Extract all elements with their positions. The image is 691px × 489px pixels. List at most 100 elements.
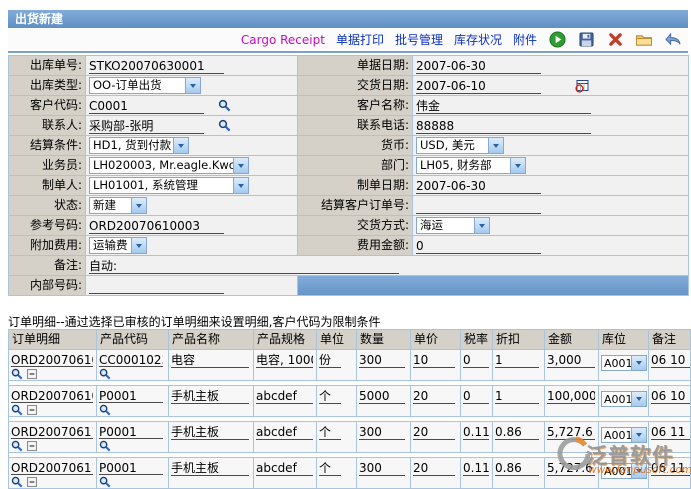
- collapse-icon[interactable]: [27, 477, 37, 487]
- discount-input[interactable]: 1: [495, 388, 539, 404]
- unit-input[interactable]: 个: [319, 388, 341, 404]
- salesman-select[interactable]: LH020003, Mr.eagle.Kwok: [89, 157, 249, 174]
- bin-select[interactable]: A001: [601, 391, 647, 407]
- qty-input[interactable]: 300: [359, 460, 405, 476]
- price-input[interactable]: 20: [413, 388, 455, 404]
- department-select[interactable]: LH05, 财务部: [416, 157, 526, 174]
- product-name-input[interactable]: 手机主板: [171, 424, 249, 440]
- internal-no-input[interactable]: [89, 278, 224, 294]
- amount-input[interactable]: 100,000: [547, 388, 595, 404]
- stock-out-type-select[interactable]: OO-订单出货: [89, 77, 201, 94]
- discount-input[interactable]: 0.86: [495, 424, 539, 440]
- lookup-icon[interactable]: [99, 476, 111, 488]
- product-name-input[interactable]: 手机主板: [171, 460, 249, 476]
- lookup-icon[interactable]: [11, 476, 23, 488]
- bin-select[interactable]: A001: [601, 463, 647, 479]
- tax-input[interactable]: 0.11: [463, 424, 489, 440]
- tax-input[interactable]: 0.11: [463, 460, 489, 476]
- product-code-input[interactable]: P0001: [99, 460, 163, 475]
- remark-input[interactable]: 自动:: [89, 258, 399, 274]
- discount-input[interactable]: 1: [495, 352, 539, 368]
- currency-select[interactable]: USD, 美元: [416, 137, 504, 154]
- amount-input[interactable]: 5,727.6: [547, 424, 595, 440]
- order-detail-input[interactable]: ORD20070610003: [11, 352, 93, 367]
- lookup-icon[interactable]: [218, 119, 231, 132]
- delivery-method-select[interactable]: 海运: [416, 217, 490, 234]
- delete-icon[interactable]: [606, 31, 624, 48]
- spec-input[interactable]: abcdef: [256, 424, 313, 440]
- qty-input[interactable]: 300: [359, 424, 405, 440]
- spec-input[interactable]: abcdef: [256, 388, 313, 404]
- lookup-icon[interactable]: [11, 440, 23, 452]
- table-row-1-price: 10: [411, 350, 461, 381]
- collapse-icon[interactable]: [27, 369, 37, 379]
- tax-input[interactable]: 0: [463, 388, 489, 404]
- ref-no-input[interactable]: ORD20070610003: [89, 218, 224, 234]
- unit-input[interactable]: 份: [319, 352, 341, 368]
- line-remark-input[interactable]: 06 10 20: [651, 388, 691, 404]
- order-detail-input[interactable]: ORD20070611001: [11, 424, 93, 439]
- customer-name-input[interactable]: 伟金: [416, 98, 591, 114]
- table-row-2-tax: 0: [461, 386, 493, 417]
- back-icon[interactable]: [664, 31, 682, 48]
- price-input[interactable]: 20: [413, 460, 455, 476]
- line-remark-input[interactable]: 06 11 20: [651, 424, 691, 440]
- product-code-input[interactable]: P0001: [99, 388, 163, 403]
- stock-out-no-input[interactable]: STKO20070630001: [89, 58, 224, 74]
- payment-terms-select[interactable]: HD1, 货到付款: [89, 137, 189, 154]
- make-date-input[interactable]: 2007-06-30: [416, 178, 541, 194]
- lookup-icon[interactable]: [218, 99, 231, 112]
- status-select[interactable]: 新建: [89, 197, 147, 214]
- collapse-icon[interactable]: [27, 441, 37, 451]
- product-name-input[interactable]: 手机主板: [171, 388, 249, 404]
- order-detail-input[interactable]: ORD20070610003: [11, 388, 93, 403]
- qty-input[interactable]: 5000: [359, 388, 405, 404]
- go-icon[interactable]: [548, 31, 566, 48]
- product-name-input[interactable]: 电容: [171, 352, 249, 368]
- line-remark-input[interactable]: 06 11 20: [651, 460, 691, 476]
- bin-select[interactable]: A001: [601, 355, 647, 371]
- stock-status-link[interactable]: 库存状况: [454, 31, 502, 48]
- price-input[interactable]: 20: [413, 424, 455, 440]
- save-icon[interactable]: [577, 31, 595, 48]
- price-input[interactable]: 10: [413, 352, 455, 368]
- doc-date-input[interactable]: 2007-06-30: [416, 58, 541, 74]
- bin-select[interactable]: A001: [601, 427, 647, 443]
- lookup-icon[interactable]: [99, 368, 111, 380]
- lookup-icon[interactable]: [11, 404, 23, 416]
- print-doc-link[interactable]: 单据打印: [336, 31, 384, 48]
- delivery-date-input[interactable]: 2007-06-10: [416, 78, 541, 94]
- customer-code-input[interactable]: C0001: [89, 98, 204, 114]
- cargo-receipt-link[interactable]: Cargo Receipt: [241, 33, 325, 47]
- fee-amount-input[interactable]: 0: [416, 238, 541, 254]
- order-detail-input[interactable]: ORD20070611001: [11, 460, 93, 475]
- internal-no-label: 内部号码:: [9, 276, 86, 296]
- lookup-icon[interactable]: [99, 404, 111, 416]
- calendar-icon[interactable]: [575, 79, 589, 93]
- table-row-3-product-code: P0001: [97, 422, 169, 453]
- doc-maker-select[interactable]: LH01001, 系统管理: [89, 177, 249, 194]
- product-code-input[interactable]: P0001: [99, 424, 163, 439]
- collapse-icon[interactable]: [27, 405, 37, 415]
- amount-input[interactable]: 3,000: [547, 352, 595, 368]
- lookup-icon[interactable]: [11, 368, 23, 380]
- product-code-input[interactable]: CC0001023G: [99, 352, 163, 367]
- batch-manage-link[interactable]: 批号管理: [395, 31, 443, 48]
- amount-input[interactable]: 5,727.6: [547, 460, 595, 476]
- extra-fee-select[interactable]: 运输费: [89, 237, 147, 254]
- line-remark-input[interactable]: 06 10 20: [651, 352, 691, 368]
- spec-input[interactable]: abcdef: [256, 460, 313, 476]
- contact-input[interactable]: 采购部-张明: [89, 118, 204, 134]
- spec-input[interactable]: 电容, 1000pF: [256, 352, 313, 368]
- unit-input[interactable]: 个: [319, 460, 341, 476]
- settle-order-no-input[interactable]: [416, 198, 541, 214]
- col-header-discount: 折扣: [493, 330, 545, 350]
- tax-input[interactable]: 0: [463, 352, 489, 368]
- open-folder-icon[interactable]: [635, 31, 653, 48]
- phone-input[interactable]: 88888: [416, 118, 591, 134]
- discount-input[interactable]: 0.86: [495, 460, 539, 476]
- lookup-icon[interactable]: [99, 440, 111, 452]
- unit-input[interactable]: 个: [319, 424, 341, 440]
- attachment-link[interactable]: 附件: [513, 31, 537, 48]
- qty-input[interactable]: 300: [359, 352, 405, 368]
